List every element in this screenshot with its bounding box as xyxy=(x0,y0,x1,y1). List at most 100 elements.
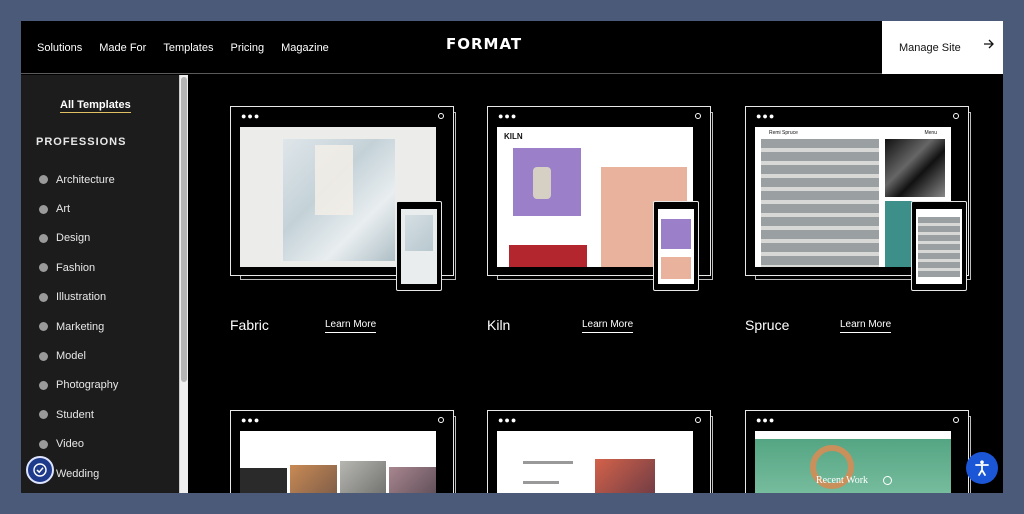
sidebar-scrollbar[interactable] xyxy=(179,75,188,493)
category-photography[interactable]: Photography xyxy=(39,371,118,400)
template-name: Kiln xyxy=(487,317,511,333)
gallery-image-3 xyxy=(340,461,386,493)
radio-dot-icon xyxy=(39,175,48,185)
category-label: Student xyxy=(56,408,94,421)
accessibility-settings-icon[interactable] xyxy=(26,456,54,484)
category-label: Photography xyxy=(56,379,119,392)
radio-dot-icon xyxy=(39,292,48,302)
template-card-row2-2[interactable]: ●●● xyxy=(487,410,717,493)
nav-pricing[interactable]: Pricing xyxy=(230,42,264,54)
accessibility-person-icon[interactable] xyxy=(966,452,998,484)
template-name: Fabric xyxy=(230,317,269,333)
category-fashion[interactable]: Fashion xyxy=(39,253,118,282)
radio-dot-icon xyxy=(39,380,48,390)
category-student[interactable]: Student xyxy=(39,400,118,429)
all-templates-link[interactable]: All Templates xyxy=(60,99,131,113)
template-name: Spruce xyxy=(745,317,790,333)
manage-site-button[interactable]: Manage Site xyxy=(882,21,1003,74)
radio-dot-icon xyxy=(39,439,48,449)
category-design[interactable]: Design xyxy=(39,224,118,253)
template-card-row2-1[interactable]: ●●● xyxy=(230,410,460,493)
desktop-preview: ●●● Recent Work xyxy=(745,410,969,493)
window-circle-icon xyxy=(438,417,444,423)
radio-dot-icon xyxy=(39,204,48,214)
radio-dot-icon xyxy=(39,410,48,420)
template-card-row2-3[interactable]: ●●● Recent Work xyxy=(745,410,975,493)
window-circle-icon xyxy=(953,113,959,119)
learn-more-link[interactable]: Learn More xyxy=(840,319,892,333)
mobile-image-2 xyxy=(661,257,691,279)
desktop-preview: ●●● xyxy=(487,410,711,493)
mobile-image xyxy=(661,219,691,249)
kiln-red-image xyxy=(509,245,587,267)
category-art[interactable]: Art xyxy=(39,194,118,223)
template-filter-sidebar: All Templates PROFESSIONS Architecture A… xyxy=(21,75,187,493)
row2-screen xyxy=(240,431,436,493)
browser-viewport: Solutions Made For Templates Pricing Mag… xyxy=(21,21,1003,493)
category-marketing[interactable]: Marketing xyxy=(39,312,118,341)
mobile-screen xyxy=(401,209,437,284)
template-card-kiln[interactable]: ●●● KILN Kiln Learn More xyxy=(487,106,717,336)
category-label: Fashion xyxy=(56,261,96,274)
nav-templates[interactable]: Templates xyxy=(163,42,213,54)
nav-made-for[interactable]: Made For xyxy=(99,42,146,54)
play-circle-icon xyxy=(883,476,892,485)
category-label: Video xyxy=(56,438,84,451)
learn-more-link[interactable]: Learn More xyxy=(325,319,377,333)
category-architecture[interactable]: Architecture xyxy=(39,165,118,194)
learn-more-link[interactable]: Learn More xyxy=(582,319,634,333)
professions-heading: PROFESSIONS xyxy=(36,136,127,148)
nav-magazine[interactable]: Magazine xyxy=(281,42,329,54)
spruce-building-image xyxy=(761,139,879,267)
category-illustration[interactable]: Illustration xyxy=(39,283,118,312)
arrow-right-icon xyxy=(983,38,995,52)
kiln-site-logo: KILN xyxy=(504,132,523,141)
scrollbar-thumb[interactable] xyxy=(181,77,187,382)
nav-solutions[interactable]: Solutions xyxy=(37,42,82,54)
template-card-fabric[interactable]: ●●● Fabric Learn More xyxy=(230,106,460,336)
category-label: Wedding xyxy=(56,467,100,480)
window-dots-icon: ●●● xyxy=(241,111,261,121)
category-label: Architecture xyxy=(56,173,115,186)
main-menu: Solutions Made For Templates Pricing Mag… xyxy=(37,21,346,74)
radio-dot-icon xyxy=(39,322,48,332)
radio-dot-icon xyxy=(39,351,48,361)
category-label: Model xyxy=(56,350,86,363)
mobile-screen xyxy=(916,209,962,284)
text-line xyxy=(523,481,559,484)
category-label: Design xyxy=(56,232,91,245)
kiln-vase xyxy=(533,167,551,199)
window-dots-icon: ●●● xyxy=(498,415,518,425)
desktop-preview: ●●● xyxy=(230,410,454,493)
category-video[interactable]: Video xyxy=(39,430,118,459)
spruce-bw-image xyxy=(885,139,945,197)
mobile-image xyxy=(405,215,433,251)
manage-site-label: Manage Site xyxy=(899,41,961,54)
fabric-figure xyxy=(315,145,353,215)
template-card-spruce[interactable]: ●●● Remi Spruce Menu Spruce Learn More xyxy=(745,106,975,336)
gallery-image-2 xyxy=(290,465,337,493)
category-label: Art xyxy=(56,203,71,216)
gallery-image-1 xyxy=(240,468,287,493)
window-circle-icon xyxy=(953,417,959,423)
profession-list: Architecture Art Design Fashion Illustra… xyxy=(39,165,118,488)
category-model[interactable]: Model xyxy=(39,341,118,370)
portrait-image xyxy=(595,459,655,493)
radio-dot-icon xyxy=(39,263,48,273)
gallery-image-4 xyxy=(389,467,436,493)
window-circle-icon xyxy=(438,113,444,119)
text-line xyxy=(523,461,573,464)
format-logo[interactable]: FORMAT xyxy=(446,35,522,53)
site-header-bar xyxy=(755,431,951,439)
spruce-menu: Menu xyxy=(924,130,937,136)
row2-screen: Recent Work xyxy=(755,431,951,493)
mobile-preview xyxy=(653,201,699,291)
category-label: Marketing xyxy=(56,320,105,333)
window-circle-icon xyxy=(695,417,701,423)
radio-dot-icon xyxy=(39,233,48,243)
window-circle-icon xyxy=(695,113,701,119)
recent-work-text: Recent Work xyxy=(816,475,869,486)
window-dots-icon: ●●● xyxy=(498,111,518,121)
window-dots-icon: ●●● xyxy=(756,415,776,425)
window-dots-icon: ●●● xyxy=(756,111,776,121)
